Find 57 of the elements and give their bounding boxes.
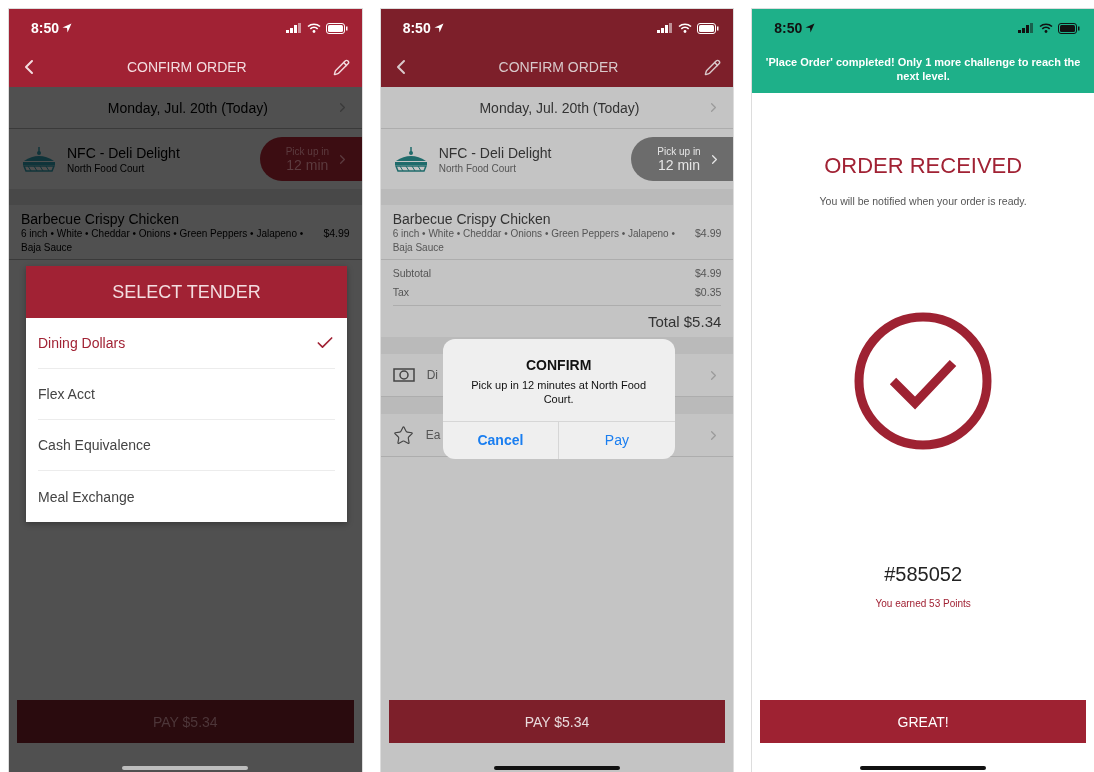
order-number: #585052 — [884, 562, 963, 586]
restaurant-location: North Food Court — [67, 162, 146, 174]
battery-icon — [697, 22, 720, 34]
item-options: 6 inch • White • Cheddar • Onions • Green Peppers • Jalapeno • Baja Sauce — [21, 227, 324, 254]
sandwich-icon — [392, 146, 429, 172]
battery-icon — [1058, 22, 1080, 34]
signal-icon — [1018, 23, 1034, 33]
achievement-banner: 'Place Order' completed! Only 1 more challenge to reach the next level. — [752, 47, 1094, 93]
location-arrow-icon — [62, 23, 73, 33]
star-icon — [392, 424, 414, 446]
total-value: $4.99 — [695, 266, 722, 279]
tender-option[interactable]: Meal Exchange — [26, 471, 347, 522]
total-value: $0.35 — [695, 285, 722, 298]
location-arrow-icon — [805, 23, 816, 33]
signal-icon — [657, 23, 674, 33]
status-time: 8:50 — [774, 20, 803, 36]
order-received-title: ORDER RECEIVED — [824, 152, 1023, 179]
alert-message: Pick up in 12 minutes at North Food Court. — [470, 378, 648, 407]
signal-icon — [285, 23, 302, 33]
great-button[interactable]: GREAT! — [760, 700, 1086, 743]
order-total: Total $5.34 — [647, 313, 722, 330]
date-selector[interactable]: Monday, Jul. 20th (Today) — [380, 87, 734, 129]
status-time: 8:50 — [402, 20, 431, 36]
location-arrow-icon — [433, 23, 444, 33]
points-label: Ea — [425, 428, 441, 442]
tender-option[interactable]: Flex Acct — [26, 369, 347, 420]
payment-method-label: Di — [426, 368, 438, 382]
pay-button[interactable]: PAY $5.34 — [388, 700, 726, 743]
pencil-icon[interactable] — [704, 58, 722, 76]
pencil-icon[interactable] — [332, 58, 350, 76]
tender-option[interactable]: Cash Equivalence — [26, 420, 347, 471]
total-label: Subtotal — [392, 266, 432, 279]
cash-icon — [392, 368, 415, 382]
item-name: Barbecue Crispy Chicken — [21, 211, 180, 227]
item-name: Barbecue Crispy Chicken — [392, 211, 552, 227]
header-title: CONFIRM ORDER — [125, 59, 248, 75]
header-title: CONFIRM ORDER — [497, 59, 620, 75]
status-time: 8:50 — [31, 20, 60, 36]
check-circle-icon — [853, 310, 994, 451]
pickup-time-button[interactable]: Pick up in 12 min — [631, 137, 734, 181]
item-options: 6 inch • White • Cheddar • Onions • Green Peppers • Jalapeno • Baja Sauce — [392, 227, 696, 254]
tender-option[interactable]: Dining Dollars — [26, 318, 347, 369]
total-label: Tax — [392, 285, 409, 298]
item-price: $4.99 — [695, 226, 722, 239]
battery-icon — [325, 22, 348, 34]
points-earned: You earned 53 Points — [875, 597, 971, 609]
wifi-icon — [678, 23, 693, 33]
restaurant-location: North Food Court — [438, 162, 517, 174]
restaurant-name: NFC - Deli Delight — [438, 144, 552, 161]
item-price: $4.99 — [323, 226, 350, 239]
dialog-title: SELECT TENDER — [26, 266, 347, 318]
alert-title: CONFIRM — [526, 357, 592, 373]
wifi-icon — [306, 23, 321, 33]
wifi-icon — [1039, 23, 1053, 33]
sandwich-icon — [21, 146, 57, 172]
restaurant-name: NFC - Deli Delight — [67, 144, 180, 161]
notify-message: You will be notified when your order is ready. — [819, 194, 1027, 207]
